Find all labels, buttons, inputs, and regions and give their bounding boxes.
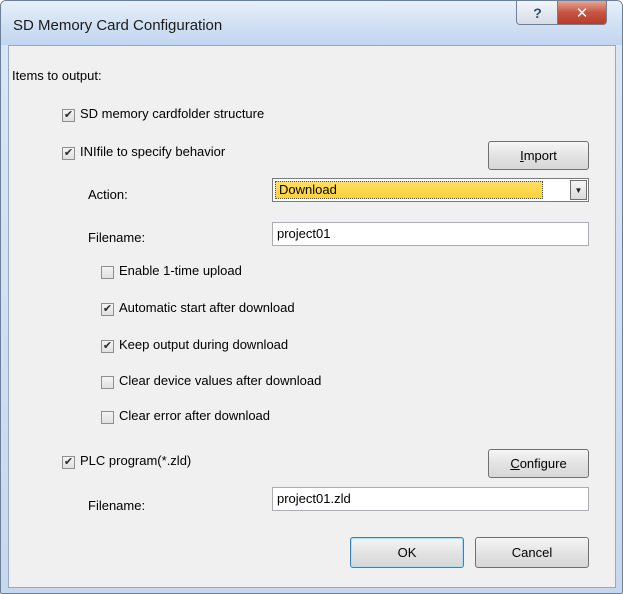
help-icon: ? [533,4,542,21]
ini-filename-input[interactable]: project01 [272,222,589,246]
chevron-down-icon: ▼ [574,185,583,195]
folder-structure-label[interactable]: SD memory cardfolder structure [80,106,264,121]
close-icon: ✕ [575,4,589,22]
action-label: Action: [88,187,128,202]
clear-error-label[interactable]: Clear error after download [119,408,270,423]
dialog-window: SD Memory Card Configuration ? ✕ Items t… [0,0,623,594]
keep-output-label[interactable]: Keep output during download [119,337,288,352]
clear-error-checkbox[interactable] [101,411,114,424]
plc-program-label[interactable]: PLC program(*.zld) [80,453,191,468]
ini-file-checkbox[interactable]: ✔ [62,147,75,160]
enable-upload-checkbox[interactable] [101,266,114,279]
folder-structure-checkbox[interactable]: ✔ [62,109,75,122]
checkmark-icon: ✔ [63,109,74,121]
clear-device-checkbox[interactable] [101,376,114,389]
auto-start-checkbox[interactable]: ✔ [101,303,114,316]
ini-filename-label: Filename: [88,230,146,245]
keep-output-checkbox[interactable]: ✔ [101,340,114,353]
checkmark-icon: ✔ [102,340,113,352]
items-to-output-label: Items to output: [12,68,102,83]
configure-label: onfigure [519,456,567,471]
dropdown-arrow[interactable]: ▼ [570,180,587,200]
cancel-button[interactable]: Cancel [475,537,589,568]
enable-upload-label[interactable]: Enable 1-time upload [119,263,242,278]
plc-filename-input[interactable]: project01.zld [272,487,589,511]
ini-file-label[interactable]: INIfile to specify behavior [80,144,225,159]
help-button[interactable]: ? [516,1,559,25]
checkmark-icon: ✔ [102,303,113,315]
plc-program-checkbox[interactable]: ✔ [62,456,75,469]
title-bar[interactable]: SD Memory Card Configuration ? ✕ [1,1,622,45]
checkmark-icon: ✔ [63,147,74,159]
import-button[interactable]: Import [488,141,589,170]
clear-device-label[interactable]: Clear device values after download [119,373,321,388]
action-select[interactable]: Download ▼ [272,178,589,202]
dialog-body: Items to output: ✔ SD memory cardfolder … [8,45,616,588]
auto-start-label[interactable]: Automatic start after download [119,300,295,315]
plc-filename-label: Filename: [88,498,146,513]
action-selected-value: Download [275,181,543,199]
window-title: SD Memory Card Configuration [13,17,223,34]
ok-button[interactable]: OK [350,537,464,568]
close-button[interactable]: ✕ [557,1,607,25]
import-label: mport [523,148,557,163]
configure-button[interactable]: Configure [488,449,589,478]
checkmark-icon: ✔ [63,456,74,468]
configure-accel: C [510,456,520,471]
